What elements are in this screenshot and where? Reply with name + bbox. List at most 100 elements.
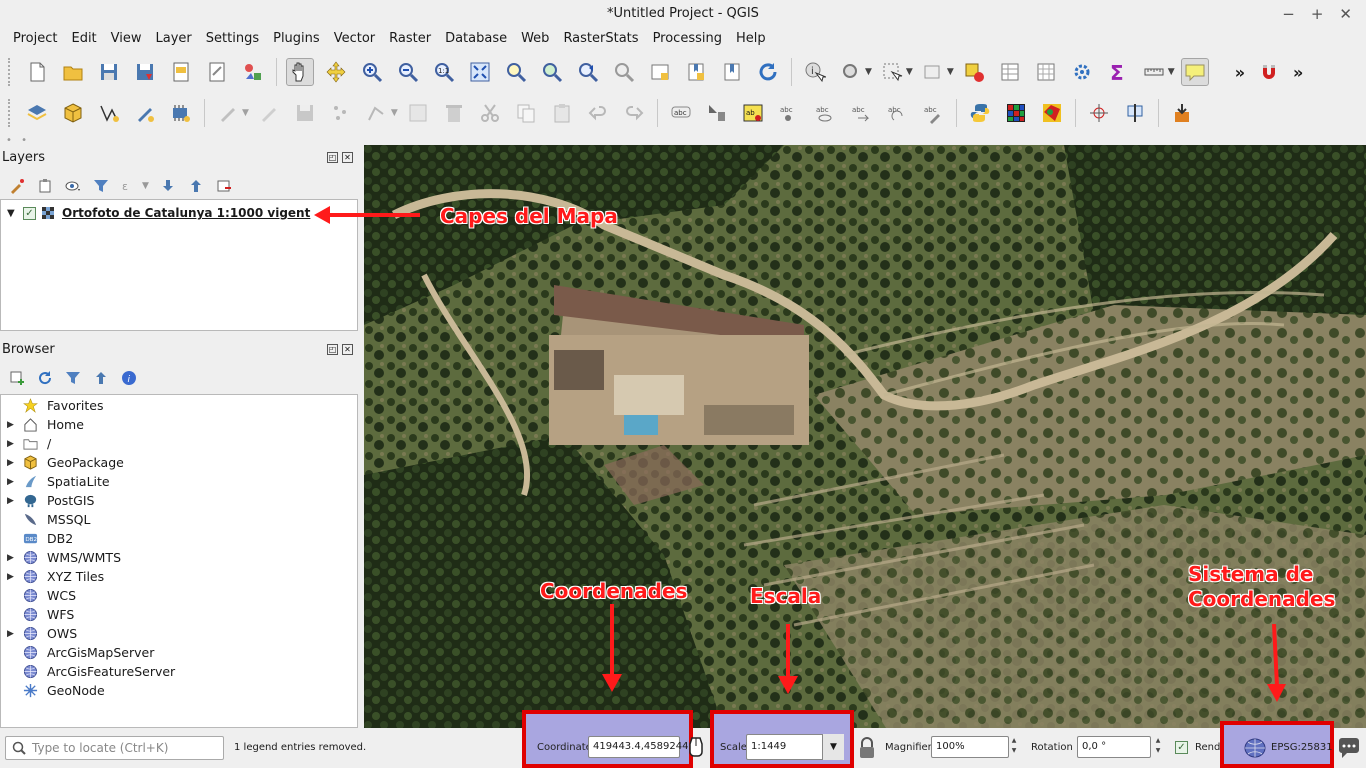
zoom-to-layer-icon[interactable] xyxy=(538,58,566,86)
browser-item-db2[interactable]: DB2 DB2 xyxy=(7,529,73,548)
chevron-down-icon[interactable]: ▼ xyxy=(142,181,149,191)
current-edits-icon[interactable] xyxy=(214,99,242,127)
paste-features-icon[interactable] xyxy=(548,99,576,127)
toolbar-overflow-icon[interactable]: » xyxy=(1235,63,1245,82)
pin-labels-icon[interactable]: abc xyxy=(775,99,803,127)
float-panel-icon[interactable]: ◰ xyxy=(327,344,338,355)
collapse-all-icon[interactable] xyxy=(90,367,112,389)
expand-arrow-icon[interactable]: ▶ xyxy=(7,439,21,449)
browser-item-[interactable]: ▶ / xyxy=(7,434,51,453)
chevron-down-icon[interactable]: ▼ xyxy=(242,108,249,118)
filter-legend-icon[interactable] xyxy=(90,175,112,197)
chevron-down-icon[interactable]: ▼ xyxy=(1168,67,1175,77)
browser-item-favorites[interactable]: Favorites xyxy=(7,396,103,415)
measure-line-icon[interactable] xyxy=(1140,58,1168,86)
python-console-icon[interactable] xyxy=(966,99,994,127)
show-bookmarks-icon[interactable] xyxy=(718,58,746,86)
info-icon[interactable]: i xyxy=(118,367,140,389)
menu-rasterstats[interactable]: RasterStats xyxy=(556,28,645,50)
georeferencer-icon[interactable] xyxy=(1121,99,1149,127)
minimize-icon[interactable]: − xyxy=(1282,0,1295,28)
zoom-next-icon[interactable] xyxy=(610,58,638,86)
close-panel-icon[interactable]: ✕ xyxy=(342,344,353,355)
select-features-icon[interactable] xyxy=(878,58,906,86)
chevron-down-icon[interactable]: ▼ xyxy=(822,734,844,760)
chevron-down-icon[interactable]: ▼ xyxy=(947,67,954,77)
browser-item-arcgismapserver[interactable]: ArcGisMapServer xyxy=(7,643,154,662)
close-panel-icon[interactable]: ✕ xyxy=(342,152,353,163)
magnifier-spin-arrows[interactable]: ▲ ▼ xyxy=(1009,736,1019,758)
render-checkbox[interactable]: ✓ xyxy=(1175,741,1188,754)
copy-features-icon[interactable] xyxy=(512,99,540,127)
layer-diagram-icon[interactable] xyxy=(703,99,731,127)
coordinate-field[interactable]: 419443.4,4589244.6 xyxy=(588,736,698,758)
magnifier-spinbox[interactable]: 100% xyxy=(931,736,1009,758)
browser-item-wms-wmts[interactable]: ▶ WMS/WMTS xyxy=(7,548,121,567)
identify-features-icon[interactable]: i xyxy=(801,58,829,86)
filter-expression-icon[interactable]: ε xyxy=(118,175,140,197)
map-tips-icon[interactable] xyxy=(1180,58,1209,86)
map-canvas[interactable] xyxy=(364,145,1366,728)
processing-toolbox-icon[interactable] xyxy=(1068,58,1096,86)
rotate-label-icon[interactable]: abc xyxy=(883,99,911,127)
maximize-icon[interactable]: + xyxy=(1311,0,1324,28)
menu-processing[interactable]: Processing xyxy=(646,28,729,50)
expand-arrow-icon[interactable]: ▶ xyxy=(7,496,21,506)
zoom-full-icon[interactable] xyxy=(466,58,494,86)
new-virtual-layer-icon[interactable] xyxy=(167,99,195,127)
layer-item[interactable]: ▼ ✓ Ortofoto de Catalunya 1:1000 vigent xyxy=(7,206,310,220)
browser-item-wfs[interactable]: WFS xyxy=(7,605,74,624)
browser-item-arcgisfeatureserver[interactable]: ArcGisFeatureServer xyxy=(7,662,175,681)
menu-database[interactable]: Database xyxy=(438,28,514,50)
layer-labeling-icon[interactable]: abc xyxy=(667,99,695,127)
style-panel-icon[interactable] xyxy=(6,175,28,197)
new-bookmark-icon[interactable] xyxy=(682,58,710,86)
menu-layer[interactable]: Layer xyxy=(149,28,199,50)
refresh-icon[interactable] xyxy=(754,58,782,86)
toolbar-overflow-icon[interactable]: » xyxy=(1293,63,1303,82)
field-calculator-icon[interactable] xyxy=(1032,58,1060,86)
menu-project[interactable]: Project xyxy=(6,28,64,50)
layout-manager-icon[interactable] xyxy=(203,58,231,86)
float-panel-icon[interactable]: ◰ xyxy=(327,152,338,163)
pan-to-selection-icon[interactable] xyxy=(322,58,350,86)
filter-browser-icon[interactable] xyxy=(62,367,84,389)
attribute-table-icon[interactable] xyxy=(996,58,1024,86)
browser-item-postgis[interactable]: ▶ PostGIS xyxy=(7,491,94,510)
crs-button[interactable]: EPSG:25831 xyxy=(1271,742,1333,753)
deselect-all-icon[interactable] xyxy=(960,58,988,86)
redo-icon[interactable] xyxy=(620,99,648,127)
new-geopackage-icon[interactable] xyxy=(59,99,87,127)
browser-item-geopackage[interactable]: ▶ GeoPackage xyxy=(7,453,124,472)
browser-item-spatialite[interactable]: ▶ SpatiaLite xyxy=(7,472,110,491)
browser-item-wcs[interactable]: WCS xyxy=(7,586,76,605)
rasterstats-plugin-icon[interactable] xyxy=(1038,99,1066,127)
add-selected-layers-icon[interactable] xyxy=(6,367,28,389)
chevron-down-icon[interactable]: ▼ xyxy=(865,67,872,77)
highlight-pinned-labels-icon[interactable]: ab xyxy=(739,99,767,127)
expand-arrow-icon[interactable]: ▶ xyxy=(7,458,21,468)
digitize-vertex-icon[interactable] xyxy=(95,99,123,127)
zoom-in-icon[interactable] xyxy=(358,58,386,86)
browser-item-geonode[interactable]: GeoNode xyxy=(7,681,105,700)
save-as-icon[interactable] xyxy=(131,58,159,86)
expand-arrow-icon[interactable]: ▶ xyxy=(7,420,21,430)
visibility-eye-icon[interactable] xyxy=(62,175,84,197)
save-edits-icon[interactable] xyxy=(291,99,319,127)
remove-layer-icon[interactable] xyxy=(213,175,235,197)
chevron-down-icon[interactable]: ▼ xyxy=(906,67,913,77)
vertex-tool-icon[interactable] xyxy=(363,99,391,127)
browser-item-home[interactable]: ▶ Home xyxy=(7,415,84,434)
style-manager-icon[interactable] xyxy=(239,58,267,86)
expand-arrow-icon[interactable]: ▶ xyxy=(7,629,21,639)
new-project-icon[interactable] xyxy=(23,58,51,86)
new-map-view-icon[interactable] xyxy=(646,58,674,86)
add-group-icon[interactable] xyxy=(34,175,56,197)
data-source-manager-icon[interactable] xyxy=(23,99,51,127)
raster-grid-icon[interactable] xyxy=(1002,99,1030,127)
menu-edit[interactable]: Edit xyxy=(64,28,103,50)
menu-settings[interactable]: Settings xyxy=(199,28,266,50)
change-label-icon[interactable]: abc xyxy=(919,99,947,127)
pan-map-icon[interactable] xyxy=(286,58,314,86)
refresh-icon[interactable] xyxy=(34,367,56,389)
